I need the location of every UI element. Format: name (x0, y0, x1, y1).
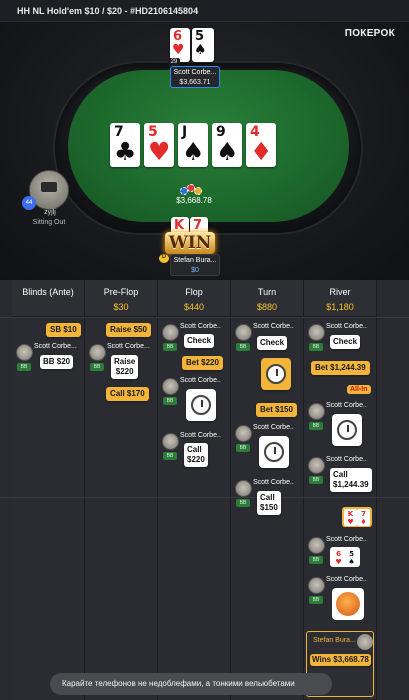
win-banner: WIN (165, 232, 215, 254)
timebank-clock-icon (261, 358, 291, 390)
header-blinds: Blinds (Ante) (12, 280, 85, 317)
left-player-level: 44 (22, 196, 36, 210)
action-bet-220: Bet $220 (182, 356, 223, 370)
action-call-1244: Call $1,244.39 (330, 468, 372, 492)
action-raise-220: Raise $220 (111, 355, 139, 379)
header-flop: Flop $440 (158, 280, 231, 317)
top-player-stack: $3,663.71 (179, 79, 211, 86)
action-bb: BB $20 (40, 355, 74, 369)
action-check-turn: Check (257, 336, 288, 350)
pot-chips-icon (178, 183, 206, 197)
action-raise-50: Raise $50 (106, 323, 151, 337)
action-call-220: Call $220 (184, 443, 208, 467)
top-player-card-1: 6 ♥ (170, 28, 190, 62)
top-player-card-2: 5 ♠ (192, 28, 214, 62)
row-divider (0, 317, 409, 318)
row-divider (0, 497, 409, 498)
winner-result-name: Stefan Bura... (313, 637, 356, 644)
board-card-4: 9 ♠ (212, 123, 242, 167)
board-card-5: 4 ♦ (246, 123, 276, 167)
header-preflop: Pre-Flop $30 (85, 280, 158, 317)
winner-namebox[interactable]: Stefan Bura... $0 (170, 254, 220, 276)
board-card-2: 5 ♥ (144, 123, 174, 167)
header-turn: Turn $880 (231, 280, 304, 317)
winner-amount: Wins $3,668.78 (310, 654, 371, 666)
timebank-clock-icon (259, 436, 289, 468)
action-call-150: Call $150 (257, 491, 281, 515)
winner-name: Stefan Bura... (173, 257, 217, 264)
dealer-button-icon: D (159, 254, 169, 263)
board-card-3: J ♠ (178, 123, 208, 167)
timebank-clock-icon (332, 414, 362, 446)
all-in-badge: All-In (347, 385, 371, 394)
left-player-status: Sitting Out (32, 219, 66, 226)
header-river: River $1,180 (304, 280, 377, 317)
player-avatar (16, 344, 33, 361)
winner-avatar (357, 634, 373, 650)
action-call-170: Call $170 (106, 387, 149, 401)
timebank-clock-icon (186, 389, 216, 421)
angry-emoji-icon (332, 588, 364, 620)
winner-stack: $0 (191, 267, 199, 274)
toast-message: Карайте телефонов не недоблефами, а тонк… (50, 673, 332, 695)
top-player-level: 29 (168, 58, 180, 66)
board-card-1: 7 ♣ (110, 123, 140, 167)
left-player-name: zyjlj (44, 209, 56, 216)
pot-amount: $3,668.78 (176, 196, 212, 205)
action-check-flop: Check (184, 334, 215, 348)
top-player-namebox[interactable]: Scott Corbe... $3,663.71 (170, 66, 220, 88)
action-bet-1244: Bet $1,244.39 (311, 361, 370, 375)
hand-history-title: HH NL Hold'em $10 / $20 - #HD2106145804 (0, 0, 409, 22)
brand-logo: ПОКЕРОК (344, 28, 395, 39)
action-sb: SB $10 (46, 323, 81, 337)
winner-cards-shown: K ♥ 7 ♦ (342, 507, 372, 527)
action-bet-150: Bet $150 (256, 403, 297, 417)
action-check-river: Check (330, 335, 361, 349)
loser-cards-shown: 6 ♥ 5 ♠ (330, 547, 360, 567)
top-player-name: Scott Corbe... (173, 69, 217, 76)
